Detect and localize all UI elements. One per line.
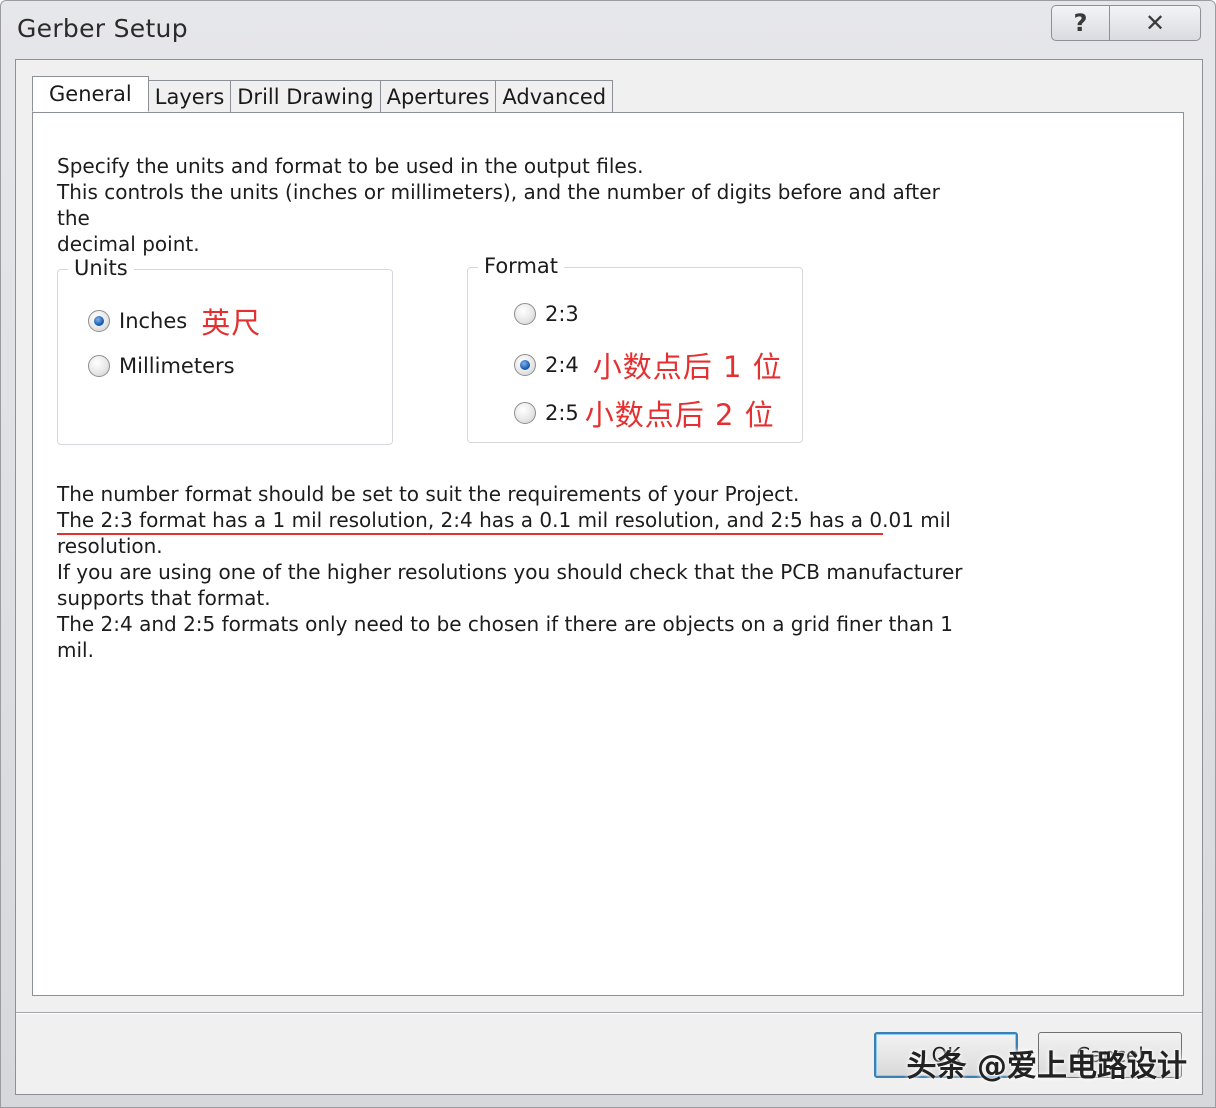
title-bar: Gerber Setup ? ✕: [1, 1, 1215, 59]
radio-millimeters[interactable]: [88, 355, 110, 377]
intro-text: Specify the units and format to be used …: [57, 153, 957, 257]
notes-line: The 2:4 and 2:5 formats only need to be …: [57, 612, 954, 636]
radio-2-3[interactable]: [514, 303, 536, 325]
notes-line: mil.: [57, 638, 94, 662]
millimeters-label: Millimeters: [119, 354, 235, 378]
format-2-5-label: 2:5: [545, 401, 579, 425]
watermark: 头条 @爱上电路设计: [906, 1049, 1187, 1084]
format-legend: Format: [478, 254, 565, 278]
radio-inches[interactable]: [88, 310, 110, 332]
tab-strip: General Layers Drill Drawing Apertures A…: [32, 76, 614, 112]
help-button[interactable]: ?: [1051, 5, 1109, 41]
dialog-title: Gerber Setup: [17, 14, 188, 43]
gerber-setup-dialog: Gerber Setup ? ✕ General Layers Drill Dr…: [0, 0, 1216, 1108]
red-underline-annotation: [57, 533, 883, 535]
tab-general-label: General: [49, 82, 132, 106]
format-group: Format 2:3 2:4 小数点后 1 位 2:5 小数点后 2 位: [467, 254, 803, 443]
units-option-millimeters[interactable]: Millimeters: [88, 354, 235, 378]
notes-line: supports that format.: [57, 586, 271, 610]
tab-drill-drawing[interactable]: Drill Drawing: [230, 80, 381, 112]
format-2-4-annotation: 小数点后 1 位: [592, 350, 783, 384]
tab-apertures[interactable]: Apertures: [379, 80, 497, 112]
inches-label: Inches: [119, 309, 188, 333]
radio-2-5[interactable]: [514, 402, 536, 424]
inches-annotation: 英尺: [201, 306, 262, 340]
units-group: Units Inches 英尺 Millimeters: [57, 256, 393, 445]
intro-line: This controls the units (inches or milli…: [57, 180, 940, 230]
format-2-3-label: 2:3: [545, 302, 579, 326]
intro-line: Specify the units and format to be used …: [57, 154, 644, 178]
radio-2-4[interactable]: [514, 354, 536, 376]
close-button[interactable]: ✕: [1109, 5, 1201, 41]
format-2-4-label: 2:4: [545, 353, 579, 377]
format-option-2-3[interactable]: 2:3: [514, 302, 579, 326]
notes-line: resolution.: [57, 534, 163, 558]
close-icon: ✕: [1144, 9, 1166, 37]
format-option-2-5[interactable]: 2:5 小数点后 2 位: [514, 392, 775, 434]
title-bar-buttons: ? ✕: [1051, 5, 1201, 41]
tab-layers-label: Layers: [154, 84, 225, 109]
tab-general[interactable]: General: [32, 76, 149, 112]
general-tab-panel: Specify the units and format to be used …: [32, 112, 1184, 996]
format-notes: The number format should be set to suit …: [57, 481, 963, 663]
notes-line: The number format should be set to suit …: [57, 482, 800, 506]
format-option-2-4[interactable]: 2:4 小数点后 1 位: [514, 344, 783, 386]
notes-line: The 2:3 format has a 1 mil resolution, 2…: [57, 508, 951, 532]
dialog-client-area: General Layers Drill Drawing Apertures A…: [15, 59, 1203, 1095]
units-option-inches[interactable]: Inches 英尺: [88, 300, 261, 342]
tab-advanced-label: Advanced: [502, 84, 607, 109]
units-legend: Units: [68, 256, 134, 280]
notes-line: If you are using one of the higher resol…: [57, 560, 963, 584]
format-2-5-annotation: 小数点后 2 位: [584, 398, 775, 432]
tab-advanced[interactable]: Advanced: [495, 80, 614, 112]
button-separator: [16, 1012, 1202, 1014]
help-icon: ?: [1073, 9, 1088, 37]
tab-drill-drawing-label: Drill Drawing: [237, 84, 374, 109]
tab-apertures-label: Apertures: [386, 84, 490, 109]
tab-layers[interactable]: Layers: [147, 80, 232, 112]
